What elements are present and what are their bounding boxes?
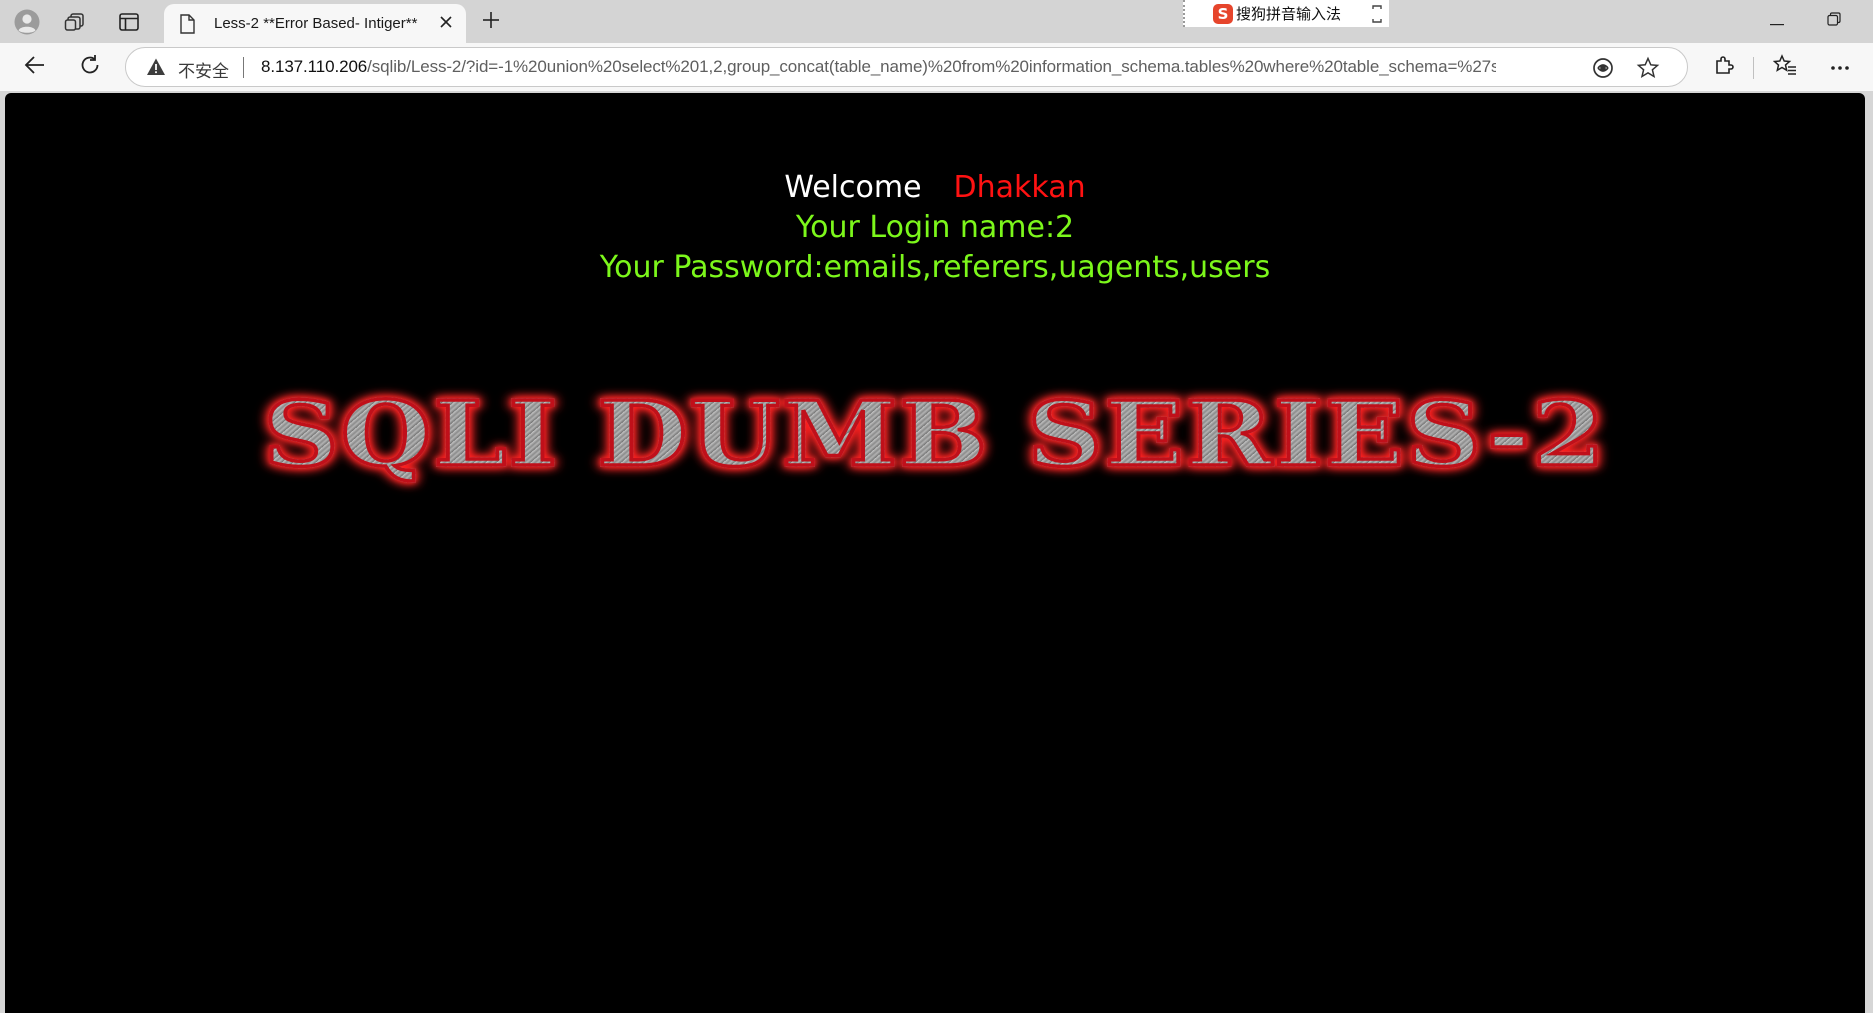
security-label[interactable]: 不安全 <box>178 57 229 82</box>
extensions-icon <box>1713 54 1735 81</box>
close-tab-button[interactable] <box>434 12 458 36</box>
ime-label: 搜狗拼音输入法 <box>1236 5 1342 23</box>
close-icon <box>439 15 453 34</box>
vertical-tabs-icon <box>119 13 139 31</box>
expand-icon[interactable] <box>1371 4 1383 29</box>
login-name-line: Your Login name:2 <box>795 210 1075 245</box>
star-icon <box>1636 56 1660 84</box>
restore-button[interactable] <box>1804 0 1864 43</box>
plus-icon <box>481 10 501 35</box>
banner-title: SQLI DUMB SERIES-2 <box>262 378 1607 487</box>
profile-icon <box>14 9 40 35</box>
document-icon <box>176 13 198 35</box>
address-divider <box>243 57 244 78</box>
more-icon <box>1830 58 1850 76</box>
ime-toolbar[interactable]: S 搜狗拼音输入法 <box>1183 0 1389 27</box>
page-viewport: Welcome Dhakkan Your Login name:2 Your Pa… <box>5 93 1865 1013</box>
url-host: 8.137.110.206 <box>261 57 368 76</box>
url-text[interactable]: 8.137.110.206/sqlib/Less-2/?id=-1%20unio… <box>261 57 1496 79</box>
minimize-button[interactable] <box>1747 0 1807 43</box>
minimize-icon <box>1770 13 1784 31</box>
extensions-button[interactable] <box>1704 49 1744 85</box>
favorites-button[interactable] <box>1765 49 1805 85</box>
reload-icon <box>79 54 101 81</box>
workspaces-icon <box>64 11 86 33</box>
favorites-icon <box>1772 53 1797 81</box>
password-line: Your Password:emails,referers,uagents,us… <box>599 250 1271 285</box>
welcome-line: Welcome Dhakkan <box>5 168 1865 208</box>
restore-icon <box>1827 12 1841 31</box>
new-tab-button[interactable] <box>474 6 508 38</box>
tab-strip: Less-2 **Error Based- Intiger** S 搜狗拼音输入… <box>0 0 1873 43</box>
active-tab[interactable]: Less-2 **Error Based- Intiger** <box>164 4 466 43</box>
immersive-reader-button[interactable] <box>1591 56 1615 85</box>
vertical-tabs-button[interactable] <box>108 6 150 38</box>
series-banner: SQLI DUMB SERIES-2 <box>5 363 1865 503</box>
welcome-name: Dhakkan <box>953 170 1086 205</box>
back-button[interactable] <box>15 49 55 85</box>
add-favorite-button[interactable] <box>1636 56 1660 85</box>
reload-button[interactable] <box>70 49 110 85</box>
profile-button[interactable] <box>6 6 48 38</box>
immersive-reader-icon <box>1591 58 1615 84</box>
sogou-logo-icon: S <box>1213 3 1233 24</box>
toolbar-divider <box>1753 57 1754 79</box>
more-button[interactable] <box>1820 49 1860 85</box>
workspaces-button[interactable] <box>54 6 96 38</box>
welcome-text: Welcome <box>784 170 922 205</box>
navigation-toolbar: 不安全 8.137.110.206/sqlib/Less-2/?id=-1%20… <box>0 43 1873 91</box>
back-arrow-icon <box>24 55 46 80</box>
warning-icon[interactable] <box>146 57 166 82</box>
tab-title: Less-2 **Error Based- Intiger** <box>214 15 418 32</box>
url-path: /sqlib/Less-2/?id=-1%20union%20select%20… <box>367 57 1496 76</box>
address-bar[interactable]: 不安全 8.137.110.206/sqlib/Less-2/?id=-1%20… <box>125 47 1688 87</box>
